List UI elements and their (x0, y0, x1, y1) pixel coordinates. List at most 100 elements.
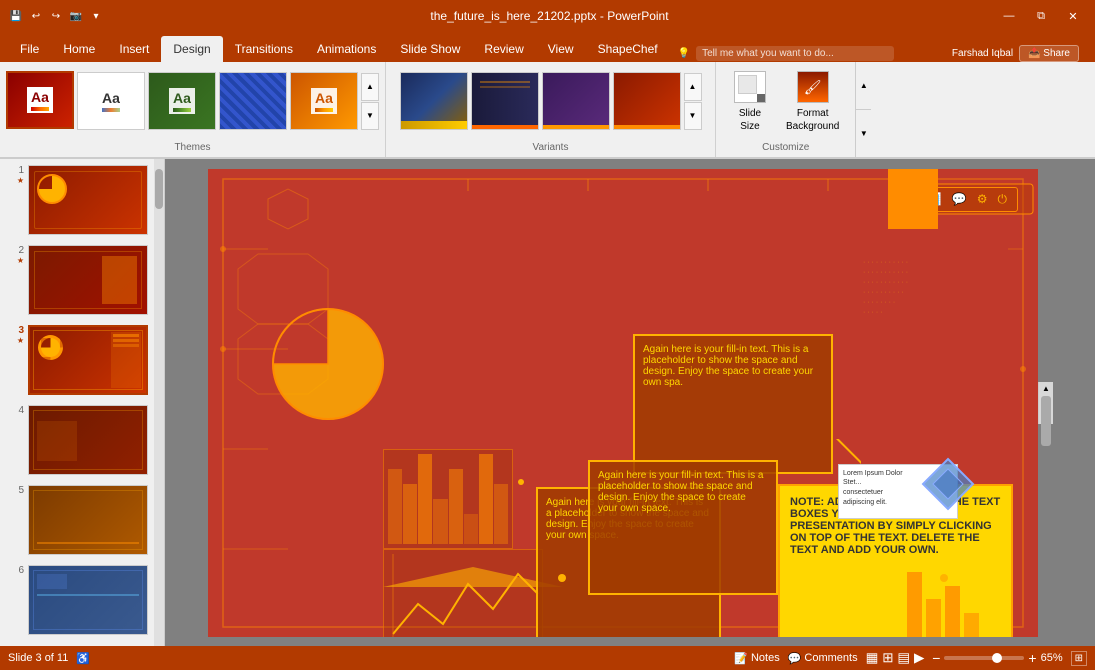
reading-view-btn[interactable]: ▤ (897, 650, 910, 666)
settings-icon[interactable]: ⚙ (977, 192, 988, 207)
bar-chart (383, 449, 513, 549)
theme-4[interactable] (219, 72, 287, 130)
zoom-control: − + 65% (932, 650, 1062, 666)
slide-thumb-3[interactable]: 3 ★ (4, 323, 160, 397)
diamond-shape (918, 454, 978, 514)
tab-file[interactable]: File (8, 36, 51, 62)
tab-transitions[interactable]: Transitions (223, 36, 305, 62)
slide-preview-4[interactable] (28, 405, 148, 475)
pie-chart-container (263, 299, 393, 432)
variant-4[interactable] (613, 72, 681, 130)
tab-review[interactable]: Review (472, 36, 535, 62)
scroll-up-btn[interactable]: ▲ (1039, 382, 1053, 396)
themes-label: Themes (6, 138, 379, 153)
variant-3[interactable] (542, 72, 610, 130)
save-btn[interactable]: 💾 (8, 8, 24, 24)
more-btn[interactable]: ▾ (88, 8, 104, 24)
text-box-3-content: Again here is your fill-in text. This is… (598, 470, 763, 514)
connector-dot-1 (558, 574, 566, 582)
minimize-btn[interactable]: — (995, 6, 1023, 26)
slide-thumb-1[interactable]: 1 ★ (4, 163, 160, 237)
format-background-button[interactable]: 🖌 FormatBackground (780, 66, 845, 136)
view-controls: ▦ ⊞ ▤ ▶ (866, 650, 925, 666)
chat-icon[interactable]: 💬 (952, 192, 967, 207)
canvas-area: 📊 💬 ⚙ ⏻ · · · · (165, 159, 1095, 646)
ribbon-scroll-up[interactable]: ▲ (856, 62, 871, 110)
share-button[interactable]: 📤 Share (1019, 45, 1079, 62)
notes-button[interactable]: 📝 Notes (734, 652, 779, 665)
panel-scrollbar[interactable] (154, 159, 164, 646)
tab-view[interactable]: View (536, 36, 586, 62)
themes-scroll-down[interactable]: ▼ (361, 102, 379, 130)
slide-preview-2[interactable] (28, 245, 148, 315)
slide-sorter-btn[interactable]: ⊞ (882, 650, 893, 666)
zoom-out-btn[interactable]: − (932, 650, 940, 666)
tab-shapechef[interactable]: ShapeChef (586, 36, 670, 62)
slide-canvas[interactable]: 📊 💬 ⚙ ⏻ · · · · (208, 169, 1038, 637)
tab-home[interactable]: Home (51, 36, 107, 62)
tab-insert[interactable]: Insert (107, 36, 161, 62)
accessibility-icon[interactable]: ♿ (76, 652, 90, 665)
text-box-3[interactable]: Again here is your fill-in text. This is… (588, 460, 778, 595)
slide-preview-5[interactable] (28, 485, 148, 555)
slide-size-icon (732, 69, 768, 105)
window-title: the_future_is_here_21202.pptx - PowerPoi… (104, 9, 995, 23)
screenshot-btn[interactable]: 📷 (68, 8, 84, 24)
theme-5[interactable]: Aa (290, 72, 358, 130)
slide-panel: 1 ★ 2 ★ (0, 159, 165, 646)
tab-design[interactable]: Design (161, 36, 222, 62)
slideshow-btn[interactable]: ▶ (914, 650, 924, 666)
variant-1[interactable] (400, 72, 468, 130)
comments-label: Comments (804, 652, 857, 664)
variants-label: Variants (392, 138, 709, 153)
themes-scroll-up[interactable]: ▲ (361, 73, 379, 101)
status-left: Slide 3 of 11 ♿ (8, 652, 90, 665)
zoom-slider[interactable] (944, 656, 1024, 660)
slide-num-3: 3 (18, 325, 24, 336)
slide-preview-3[interactable] (28, 325, 148, 395)
slide-thumb-5[interactable]: 5 (4, 483, 160, 557)
text-box-1[interactable]: Again here is your fill-in text. This is… (633, 334, 833, 474)
comments-icon: 💬 (788, 652, 802, 665)
slide-thumb-4[interactable]: 4 (4, 403, 160, 477)
theme-2[interactable]: Aa (77, 72, 145, 130)
slide-size-button[interactable]: SlideSize (726, 66, 774, 136)
redo-btn[interactable]: ↪ (48, 8, 64, 24)
power-icon[interactable]: ⏻ (998, 192, 1008, 207)
scroll-thumb-v[interactable] (1041, 396, 1051, 446)
zoom-in-btn[interactable]: + (1028, 650, 1036, 666)
close-btn[interactable]: ✕ (1059, 6, 1087, 26)
undo-btn[interactable]: ↩ (28, 8, 44, 24)
slide-preview-6[interactable] (28, 565, 148, 635)
theme-1[interactable]: Aa (6, 71, 74, 131)
slide-size-label: SlideSize (739, 107, 761, 133)
pie-chart (263, 299, 393, 429)
slide-num-4: 4 (18, 405, 24, 416)
variants-scroll-down[interactable]: ▼ (684, 102, 702, 130)
tab-slideshow[interactable]: Slide Show (388, 36, 472, 62)
fit-slide-btn[interactable]: ⊞ (1071, 651, 1087, 666)
zoom-thumb[interactable] (992, 653, 1002, 663)
notes-label: Notes (751, 652, 780, 664)
normal-view-btn[interactable]: ▦ (866, 650, 879, 666)
status-right: 📝 Notes 💬 Comments ▦ ⊞ ▤ ▶ − + 65% ⊞ (734, 650, 1087, 666)
slide-num-6: 6 (18, 565, 24, 576)
tell-me-input[interactable]: Tell me what you want to do... (696, 46, 894, 61)
slide-thumb-6[interactable]: 6 (4, 563, 160, 637)
variant-2[interactable] (471, 72, 539, 130)
ribbon-scroll-down[interactable]: ▼ (856, 110, 871, 157)
slide-star-2: ★ (17, 256, 24, 265)
panel-scroll-thumb[interactable] (155, 169, 163, 209)
notes-icon: 📝 (734, 652, 748, 665)
customize-label: Customize (726, 138, 845, 153)
tab-animations[interactable]: Animations (305, 36, 388, 62)
slide-preview-1[interactable] (28, 165, 148, 235)
slide-thumb-2[interactable]: 2 ★ (4, 243, 160, 317)
variants-scroll-up[interactable]: ▲ (684, 73, 702, 101)
connector-dot-3 (518, 479, 524, 485)
comments-button[interactable]: 💬 Comments (788, 652, 858, 665)
title-bar: 💾 ↩ ↪ 📷 ▾ the_future_is_here_21202.pptx … (0, 0, 1095, 32)
theme-3[interactable]: Aa (148, 72, 216, 130)
user-name[interactable]: Farshad Iqbal (952, 48, 1013, 59)
maximize-btn[interactable]: ⧉ (1027, 6, 1055, 26)
